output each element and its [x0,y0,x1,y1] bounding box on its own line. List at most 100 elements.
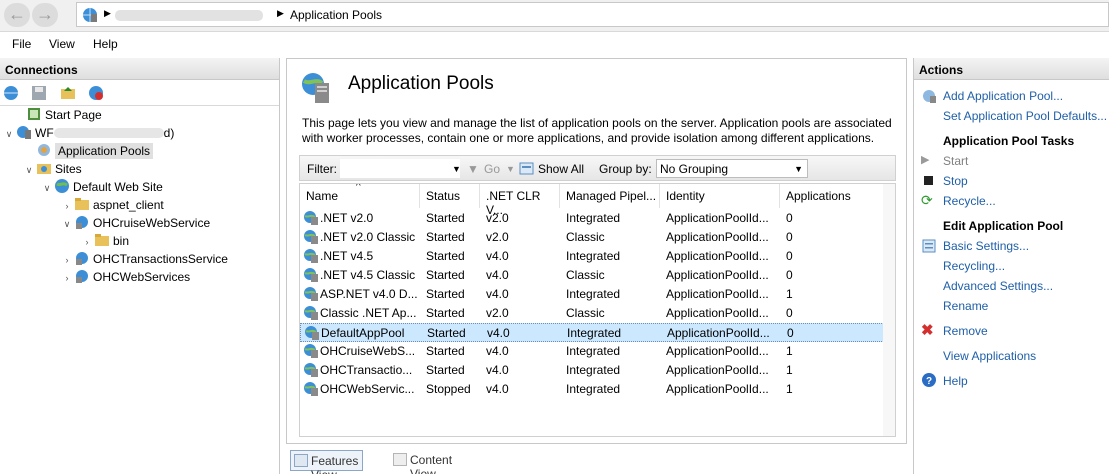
recycle-action[interactable]: Recycle... [943,194,996,208]
cell-name: .NET v4.5 [320,249,374,263]
stop-action[interactable]: Stop [943,174,968,188]
set-pool-defaults-link[interactable]: Set Application Pool Defaults... [943,109,1107,123]
expand-chevron-icon[interactable]: › [60,251,74,269]
tree-item-default-web-site[interactable]: ∨ Default Web Site [40,178,163,196]
go-dropdown-icon[interactable]: ▼ [506,164,515,174]
table-row[interactable]: OHCruiseWebS... Started v4.0 Integrated Appl… [300,342,884,361]
rename-link[interactable]: Rename [943,299,988,313]
table-row[interactable]: .NET v4.5 Started v4.0 Integrated Applicatio… [300,247,884,266]
basic-settings-icon [922,239,936,253]
collapse-chevron-icon[interactable]: ∨ [60,215,74,233]
collapse-chevron-icon[interactable]: ∨ [22,161,36,179]
go-button[interactable]: Go [484,162,500,176]
filter-dropdown-icon[interactable]: ▼ [452,164,461,174]
cell-identity: ApplicationPoolId... [666,268,769,282]
vertical-scrollbar[interactable] [883,184,895,436]
menu-view[interactable]: View [49,37,75,51]
forward-button[interactable]: → [32,3,58,27]
tree-item-application-pools[interactable]: Application Pools [22,142,154,160]
page-title: Application Pools [348,73,494,94]
group-by-select[interactable]: No Grouping ▼ [656,159,808,178]
table-row[interactable]: OHCWebServic... Stopped v4.0 Integrated Appl… [300,380,884,399]
breadcrumb-server[interactable] [115,10,263,21]
filter-input[interactable] [340,159,460,178]
table-row[interactable]: OHCTransactio... Started v4.0 Integrated App… [300,361,884,380]
table-row[interactable]: .NET v2.0 Started v2.0 Integrated Applicatio… [300,209,884,228]
cell-apps: 1 [786,363,793,377]
cell-identity: ApplicationPoolId... [666,306,769,320]
cell-pipeline: Integrated [566,363,621,377]
cell-clr: v4.0 [486,287,509,301]
column-header-applications[interactable]: Applications [780,184,884,208]
view-applications-link[interactable]: View Applications [943,349,1036,363]
app-pool-icon [304,211,318,225]
app-pool-icon [304,287,318,301]
address-bar: ← → ▶ ▶ Application Pools [0,0,1109,32]
group-by-label: Group by: [599,162,652,176]
cell-status: Started [426,268,465,282]
table-row[interactable]: .NET v4.5 Classic Started v4.0 Classic Appli… [300,266,884,285]
recycling-link[interactable]: Recycling... [943,259,1005,273]
help-link[interactable]: Help [943,374,968,388]
column-header-pipeline[interactable]: Managed Pipel... [560,184,660,208]
tree-item-ohctransactionsservice[interactable]: › OHCTransactionsService [60,250,228,268]
tree-item-start-page[interactable]: Start Page [12,106,102,124]
collapse-chevron-icon[interactable]: ∨ [2,125,16,143]
tree-item-bin[interactable]: › bin [80,232,129,250]
menu-help[interactable]: Help [93,37,118,51]
expand-chevron-icon[interactable]: › [80,233,94,251]
column-header-clr[interactable]: .NET CLR V... [480,184,560,217]
cell-clr: v4.0 [487,326,510,340]
cell-pipeline: Integrated [566,344,621,358]
tree-item-aspnet-client[interactable]: › aspnet_client [60,196,164,214]
play-icon: ▶ [921,154,930,166]
show-all-button[interactable]: Show All [538,162,584,176]
app-pool-icon [304,382,318,396]
expand-chevron-icon[interactable]: › [60,197,74,215]
cell-clr: v4.0 [486,344,509,358]
breadcrumb-current[interactable]: Application Pools [290,8,382,22]
cell-apps: 0 [786,230,793,244]
cell-identity: ApplicationPoolId... [666,382,769,396]
cell-name: OHCruiseWebS... [320,344,416,358]
column-header-identity[interactable]: Identity [660,184,780,208]
connect-globe-icon[interactable] [3,85,19,101]
disconnect-icon[interactable] [88,85,104,101]
cell-pipeline: Classic [566,230,605,244]
tree-item-ohcwebservices[interactable]: › OHCWebServices [60,268,190,286]
column-header-status[interactable]: Status [420,184,480,208]
tree-item-server[interactable]: ∨ WF d) [2,124,174,142]
save-icon[interactable] [31,85,47,101]
cell-clr: v4.0 [486,249,509,263]
collapse-chevron-icon[interactable]: ∨ [40,179,54,197]
cell-status: Started [426,287,465,301]
cell-clr: v2.0 [486,230,509,244]
breadcrumb-separator-icon: ▶ [277,8,284,18]
column-header-name[interactable]: Name ^ [300,184,420,208]
tab-content-view[interactable]: Content View [390,450,456,474]
start-action[interactable]: Start [943,154,968,168]
back-button[interactable]: ← [4,3,30,27]
folder-up-icon[interactable] [60,85,76,101]
tree-item-ohcruisewebservice[interactable]: ∨ OHCruiseWebService [60,214,210,232]
address-box[interactable]: ▶ ▶ Application Pools [76,2,1109,27]
expand-chevron-icon[interactable]: › [60,269,74,287]
cell-identity: ApplicationPoolId... [666,363,769,377]
table-row[interactable]: DefaultAppPool Started v4.0 Integrated Appli… [300,323,884,342]
tab-features-view[interactable]: Features View [290,450,364,474]
advanced-settings-link[interactable]: Advanced Settings... [943,279,1053,293]
cell-clr: v2.0 [486,211,509,225]
tree-item-sites[interactable]: ∨ Sites [22,160,82,178]
table-row[interactable]: Classic .NET Ap... Started v2.0 Classic Appl… [300,304,884,323]
cell-name: ASP.NET v4.0 D... [320,287,418,301]
basic-settings-link[interactable]: Basic Settings... [943,239,1029,253]
stop-icon [921,173,937,189]
menu-file[interactable]: File [12,37,31,51]
cell-clr: v2.0 [486,306,509,320]
cell-name: DefaultAppPool [321,326,405,340]
remove-link[interactable]: Remove [943,324,988,338]
add-application-pool-link[interactable]: Add Application Pool... [943,89,1063,103]
table-row[interactable]: ASP.NET v4.0 D... Started v4.0 Integrated Ap… [300,285,884,304]
table-row[interactable]: .NET v2.0 Classic Started v2.0 Classic Appli… [300,228,884,247]
folder-icon [95,234,109,246]
